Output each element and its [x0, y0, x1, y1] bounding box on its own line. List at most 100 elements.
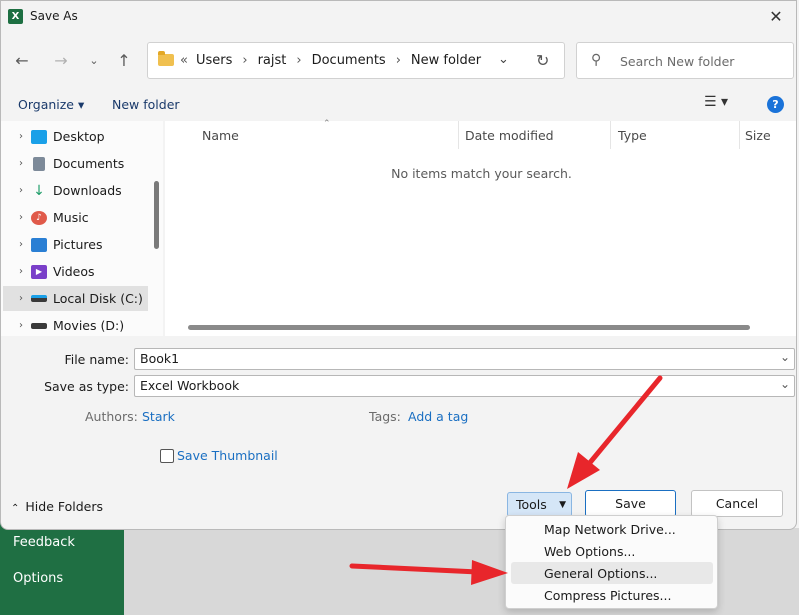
sidebar-item-desktop[interactable]: › Desktop	[3, 124, 148, 149]
breadcrumb-rajst[interactable]: rajst	[258, 53, 287, 68]
breadcrumb-new-folder[interactable]: New folder	[411, 53, 481, 68]
save-as-type-label: Save as type:	[44, 379, 129, 394]
save-as-type-value: Excel Workbook	[140, 378, 240, 393]
close-icon[interactable]: ✕	[764, 4, 788, 28]
download-icon: ↓	[33, 182, 45, 199]
expand-chevron-icon[interactable]: ›	[3, 239, 31, 250]
sidebar-item-downloads[interactable]: › ↓ Downloads	[3, 178, 148, 203]
expand-chevron-icon[interactable]: ›	[3, 185, 31, 196]
tools-menu: Map Network Drive... Web Options... Gene…	[505, 515, 718, 609]
sidebar-item-label: Local Disk (C:)	[53, 291, 143, 306]
refresh-icon[interactable]: ↻	[536, 51, 549, 70]
sidebar-item-label: Movies (D:)	[53, 318, 125, 333]
backstage-options[interactable]: Options	[13, 571, 63, 586]
column-header-size[interactable]: Size	[745, 128, 771, 143]
excel-icon: X	[8, 9, 23, 24]
documents-icon	[33, 156, 45, 171]
recent-locations-chevron-icon[interactable]: ⌄	[84, 50, 104, 70]
horizontal-scrollbar[interactable]	[188, 325, 750, 330]
up-arrow-icon[interactable]: ↑	[114, 50, 134, 70]
file-name-field[interactable]: Book1 ⌄	[134, 348, 795, 370]
search-icon: ⚲	[591, 52, 602, 68]
column-divider[interactable]	[610, 121, 611, 149]
sidebar-item-music[interactable]: › ♪ Music	[3, 205, 148, 230]
desktop-icon	[31, 129, 47, 144]
music-icon: ♪	[31, 210, 47, 225]
save-as-type-select[interactable]: Excel Workbook ⌄	[134, 375, 795, 397]
sort-chevron-up-icon: ⌃	[323, 119, 331, 129]
organize-button[interactable]: Organize ▾	[18, 97, 84, 112]
drive-icon	[31, 322, 47, 329]
backstage-feedback[interactable]: Feedback	[13, 535, 75, 550]
chevron-down-icon: ▼	[559, 499, 566, 510]
file-name-value: Book1	[140, 351, 180, 366]
breadcrumb-documents[interactable]: Documents	[312, 53, 386, 68]
sidebar-item-videos[interactable]: › ▶ Videos	[3, 259, 148, 284]
expand-chevron-icon[interactable]: ›	[3, 266, 31, 277]
breadcrumb-users[interactable]: Users	[196, 53, 232, 68]
sidebar-item-label: Desktop	[53, 129, 105, 144]
menu-item-web-options[interactable]: Web Options...	[511, 540, 713, 562]
search-box[interactable]: ⚲ Search New folder	[576, 42, 794, 79]
title-bar: X Save As ✕	[1, 1, 796, 33]
column-header-date-modified[interactable]: Date modified	[465, 128, 554, 143]
sidebar-item-local-disk[interactable]: › Local Disk (C:)	[3, 286, 148, 311]
command-bar: Organize ▾ New folder ☰ ▾ ?	[1, 87, 796, 121]
sidebar-item-pictures[interactable]: › Pictures	[3, 232, 148, 257]
breadcrumb-separator-icon: ›	[395, 53, 401, 68]
chevron-down-icon[interactable]: ⌄	[780, 350, 790, 364]
sidebar-item-label: Videos	[53, 264, 95, 279]
help-icon[interactable]: ?	[767, 96, 784, 113]
navigation-pane: › Desktop › Documents › ↓ Downloads › ♪ …	[1, 121, 163, 336]
file-name-label: File name:	[64, 352, 129, 367]
cancel-button[interactable]: Cancel	[691, 490, 783, 517]
hide-folders-label: Hide Folders	[25, 499, 104, 514]
empty-state-message: No items match your search.	[391, 166, 572, 181]
column-header-type[interactable]: Type	[618, 128, 647, 143]
breadcrumb-separator-icon: ›	[242, 53, 248, 68]
save-as-dialog: X Save As ✕ ← → ⌄ ↑ « Users › rajst › Do…	[0, 0, 797, 530]
save-thumbnail-label[interactable]: Save Thumbnail	[177, 448, 278, 463]
save-thumbnail-checkbox[interactable]	[160, 449, 174, 463]
breadcrumb-separator-icon: ›	[296, 53, 302, 68]
sidebar-item-label: Music	[53, 210, 89, 225]
breadcrumb-overflow[interactable]: «	[180, 53, 188, 68]
drive-icon	[31, 295, 47, 302]
expand-chevron-icon[interactable]: ›	[3, 212, 31, 223]
view-options-icon[interactable]: ☰ ▾	[704, 94, 728, 110]
breadcrumb: « Users › rajst › Documents › New folder	[180, 53, 481, 68]
tags-value[interactable]: Add a tag	[408, 409, 468, 424]
new-folder-button[interactable]: New folder	[112, 97, 180, 112]
menu-item-map-network-drive[interactable]: Map Network Drive...	[511, 518, 713, 540]
sidebar-item-documents[interactable]: › Documents	[3, 151, 148, 176]
sidebar-item-movies[interactable]: › Movies (D:)	[3, 313, 148, 338]
authors-value[interactable]: Stark	[142, 409, 175, 424]
authors-label: Authors:	[85, 409, 138, 424]
expand-chevron-icon[interactable]: ›	[3, 293, 31, 304]
address-dropdown-chevron-icon[interactable]: ⌄	[498, 52, 509, 67]
expand-chevron-icon[interactable]: ›	[3, 158, 31, 169]
column-header-name[interactable]: Name	[202, 128, 239, 143]
hide-folders-button[interactable]: ⌃ Hide Folders	[11, 499, 103, 514]
forward-arrow-icon[interactable]: →	[51, 50, 71, 70]
address-bar[interactable]: « Users › rajst › Documents › New folder…	[147, 42, 565, 79]
column-divider[interactable]	[458, 121, 459, 149]
sidebar-item-label: Pictures	[53, 237, 103, 252]
folder-icon	[158, 51, 174, 66]
sidebar-scrollbar[interactable]	[154, 181, 159, 249]
menu-item-general-options[interactable]: General Options...	[511, 562, 713, 584]
chevron-down-icon[interactable]: ⌄	[780, 377, 790, 391]
file-list: ⌃ Name Date modified Type Size No items …	[165, 119, 796, 336]
window-title: Save As	[30, 9, 78, 23]
menu-item-compress-pictures[interactable]: Compress Pictures...	[511, 584, 713, 606]
tools-button[interactable]: Tools ▼	[507, 492, 572, 517]
sidebar-item-label: Documents	[53, 156, 125, 171]
column-divider[interactable]	[739, 121, 740, 149]
expand-chevron-icon[interactable]: ›	[3, 320, 31, 331]
search-input[interactable]: Search New folder	[620, 54, 734, 69]
sidebar-item-label: Downloads	[53, 183, 122, 198]
navigation-bar: ← → ⌄ ↑ « Users › rajst › Documents › Ne…	[1, 35, 796, 85]
save-button[interactable]: Save	[585, 490, 676, 517]
back-arrow-icon[interactable]: ←	[12, 50, 32, 70]
expand-chevron-icon[interactable]: ›	[3, 131, 31, 142]
